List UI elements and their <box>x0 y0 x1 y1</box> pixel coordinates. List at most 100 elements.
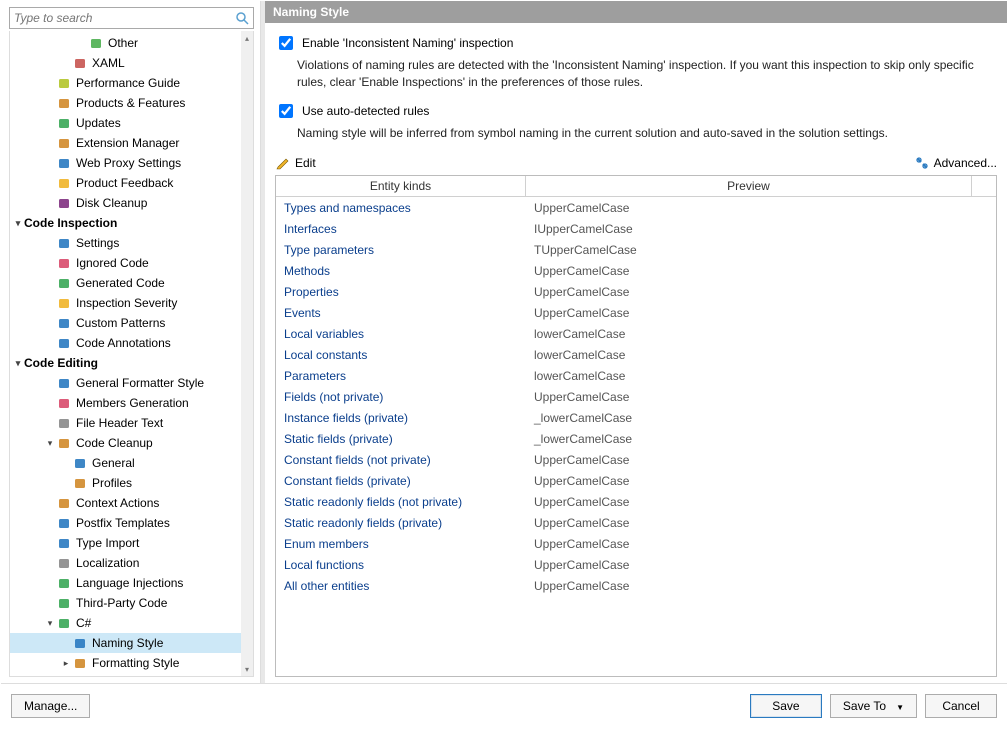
tree-item[interactable]: Generated Code <box>10 273 241 293</box>
expand-icon[interactable]: ▾ <box>12 358 24 369</box>
tree-item-label: Products & Features <box>76 96 185 110</box>
tree-item[interactable]: File Header Text <box>10 413 241 433</box>
scroll-down-icon[interactable]: ▾ <box>241 662 253 676</box>
tree-item[interactable]: Language Injections <box>10 573 241 593</box>
tree-item[interactable]: Settings <box>10 233 241 253</box>
preview-cell: UpperCamelCase <box>526 306 996 320</box>
auto-detected-checkbox[interactable] <box>279 104 293 118</box>
enable-inspection-label: Enable 'Inconsistent Naming' inspection <box>302 36 513 50</box>
tree-item[interactable]: Web Proxy Settings <box>10 153 241 173</box>
table-row[interactable]: MethodsUpperCamelCase <box>276 260 996 281</box>
preview-cell: UpperCamelCase <box>526 495 996 509</box>
tree-category-label: Code Inspection <box>24 216 117 230</box>
table-row[interactable]: ParameterslowerCamelCase <box>276 365 996 386</box>
tree-category[interactable]: ▾Code Inspection <box>10 213 241 233</box>
tree-item[interactable]: Context Actions <box>10 493 241 513</box>
table-row[interactable]: Static readonly fields (not private)Uppe… <box>276 491 996 512</box>
tree-item[interactable]: Naming Style <box>10 633 241 653</box>
node-icon <box>88 35 104 51</box>
expand-icon[interactable]: ▾ <box>44 438 56 449</box>
table-row[interactable]: Types and namespacesUpperCamelCase <box>276 197 996 218</box>
table-row[interactable]: Enum membersUpperCamelCase <box>276 533 996 554</box>
node-icon <box>56 615 72 631</box>
search-icon[interactable] <box>234 10 250 26</box>
tree-item[interactable]: Other <box>10 33 241 53</box>
entity-cell: Local constants <box>276 348 526 362</box>
tree-category[interactable]: ▾Code Editing <box>10 353 241 373</box>
entity-cell: Interfaces <box>276 222 526 236</box>
node-icon <box>56 495 72 511</box>
tree-item[interactable]: Members Generation <box>10 393 241 413</box>
table-row[interactable]: Local variableslowerCamelCase <box>276 323 996 344</box>
table-row[interactable]: Constant fields (not private)UpperCamelC… <box>276 449 996 470</box>
save-to-button[interactable]: Save To▼ <box>830 694 917 718</box>
table-row[interactable]: PropertiesUpperCamelCase <box>276 281 996 302</box>
table-row[interactable]: Static fields (private)_lowerCamelCase <box>276 428 996 449</box>
tree-item[interactable]: ▸Formatting Style <box>10 653 241 673</box>
node-icon <box>72 475 88 491</box>
table-row[interactable]: InterfacesIUpperCamelCase <box>276 218 996 239</box>
entity-cell: Instance fields (private) <box>276 411 526 425</box>
table-row[interactable]: Fields (not private)UpperCamelCase <box>276 386 996 407</box>
table-row[interactable]: Instance fields (private)_lowerCamelCase <box>276 407 996 428</box>
preview-cell: lowerCamelCase <box>526 348 996 362</box>
chevron-down-icon: ▼ <box>896 703 904 712</box>
tree-item[interactable]: Profiles <box>10 473 241 493</box>
table-row[interactable]: EventsUpperCamelCase <box>276 302 996 323</box>
expand-icon[interactable]: ▸ <box>60 658 72 669</box>
expand-icon[interactable]: ▾ <box>12 218 24 229</box>
entity-cell: Local functions <box>276 558 526 572</box>
table-row[interactable]: Type parametersTUpperCamelCase <box>276 239 996 260</box>
table-row[interactable]: Static readonly fields (private)UpperCam… <box>276 512 996 533</box>
table-row[interactable]: Local functionsUpperCamelCase <box>276 554 996 575</box>
node-icon <box>72 635 88 651</box>
tree-item[interactable]: Products & Features <box>10 93 241 113</box>
tree-item[interactable]: General <box>10 453 241 473</box>
tree-item[interactable]: Extension Manager <box>10 133 241 153</box>
col-entity-kinds[interactable]: Entity kinds <box>276 176 526 196</box>
scrollbar-vertical[interactable]: ▴ ▾ <box>241 31 253 676</box>
edit-button[interactable]: Edit <box>275 155 316 171</box>
node-icon <box>56 295 72 311</box>
tree-item[interactable]: General Formatter Style <box>10 373 241 393</box>
node-icon <box>56 515 72 531</box>
table-row[interactable]: Local constantslowerCamelCase <box>276 344 996 365</box>
tree-item[interactable]: Updates <box>10 113 241 133</box>
tree-item[interactable]: Disk Cleanup <box>10 193 241 213</box>
tree-item[interactable]: Code Annotations <box>10 333 241 353</box>
tree-item-label: Custom Patterns <box>76 316 165 330</box>
tree-item[interactable]: XAML <box>10 53 241 73</box>
node-icon <box>56 555 72 571</box>
tree-item[interactable]: Localization <box>10 553 241 573</box>
tree-item-label: Web Proxy Settings <box>76 156 181 170</box>
search-input[interactable] <box>9 7 254 29</box>
enable-inspection-checkbox[interactable] <box>279 36 293 50</box>
tree-item[interactable]: Custom Patterns <box>10 313 241 333</box>
table-row[interactable]: Constant fields (private)UpperCamelCase <box>276 470 996 491</box>
preview-cell: IUpperCamelCase <box>526 222 996 236</box>
save-button[interactable]: Save <box>750 694 822 718</box>
manage-button[interactable]: Manage... <box>11 694 90 718</box>
tree-item[interactable]: Third-Party Code <box>10 593 241 613</box>
tree-item[interactable]: Postfix Templates <box>10 513 241 533</box>
tree-item-label: C# <box>76 616 91 630</box>
expand-icon[interactable]: ▾ <box>44 618 56 629</box>
tree-item[interactable]: Type Import <box>10 533 241 553</box>
tree-item[interactable]: ▾ C# <box>10 613 241 633</box>
tree-item[interactable]: Performance Guide <box>10 73 241 93</box>
tree-item[interactable]: Product Feedback <box>10 173 241 193</box>
col-preview[interactable]: Preview <box>526 176 972 196</box>
preview-cell: UpperCamelCase <box>526 579 996 593</box>
preview-cell: UpperCamelCase <box>526 537 996 551</box>
tree-item-label: Context Actions <box>76 496 159 510</box>
tree-item[interactable]: Inspection Severity <box>10 293 241 313</box>
cancel-button[interactable]: Cancel <box>925 694 997 718</box>
tree-item[interactable]: ▾Code Cleanup <box>10 433 241 453</box>
page-title: Naming Style <box>265 1 1007 23</box>
node-icon <box>56 315 72 331</box>
table-row[interactable]: All other entitiesUpperCamelCase <box>276 575 996 596</box>
scroll-up-icon[interactable]: ▴ <box>241 31 253 45</box>
tree-item[interactable]: Ignored Code <box>10 253 241 273</box>
preview-cell: lowerCamelCase <box>526 327 996 341</box>
advanced-button[interactable]: Advanced... <box>914 155 997 171</box>
